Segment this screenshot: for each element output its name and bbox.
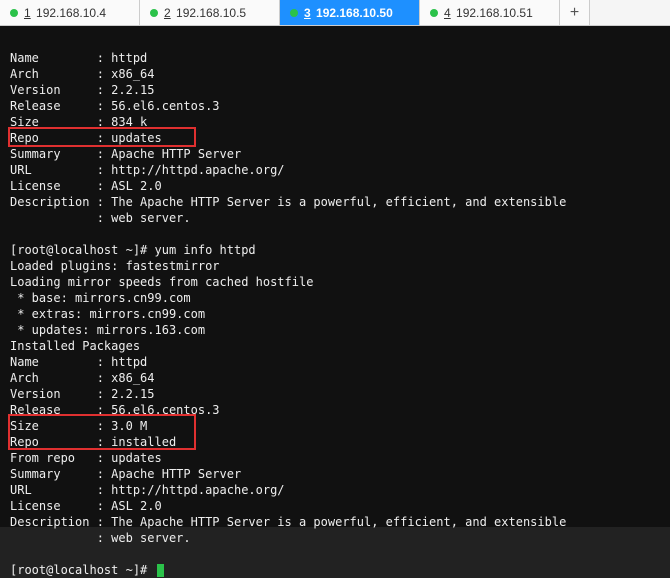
prompt-cmd: yum info httpd bbox=[155, 243, 256, 257]
term-line: Arch : x86_64 bbox=[10, 371, 155, 385]
term-line: Loaded plugins: fastestmirror bbox=[10, 259, 220, 273]
term-line: Name : httpd bbox=[10, 355, 147, 369]
tab-2[interactable]: 2 192.168.10.5 bbox=[140, 0, 280, 25]
tab-bar: 1 192.168.10.4 2 192.168.10.5 3 192.168.… bbox=[0, 0, 670, 26]
add-tab-button[interactable]: + bbox=[560, 0, 590, 25]
cursor-icon bbox=[157, 564, 164, 577]
term-line: URL : http://httpd.apache.org/ bbox=[10, 163, 285, 177]
term-line: : web server. bbox=[10, 211, 191, 225]
tab-3[interactable]: 3 192.168.10.50 bbox=[280, 0, 420, 25]
tab-1[interactable]: 1 192.168.10.4 bbox=[0, 0, 140, 25]
term-line: Summary : Apache HTTP Server bbox=[10, 467, 241, 481]
term-line: URL : http://httpd.apache.org/ bbox=[10, 483, 285, 497]
status-dot-icon bbox=[10, 9, 18, 17]
tab-label: 192.168.10.4 bbox=[36, 6, 106, 20]
tab-label: 192.168.10.51 bbox=[456, 6, 533, 20]
tab-number: 4 bbox=[444, 6, 451, 20]
terminal-output[interactable]: Name : httpd Arch : x86_64 Version : 2.2… bbox=[0, 26, 670, 527]
term-line: * base: mirrors.cn99.com bbox=[10, 291, 191, 305]
term-line: License : ASL 2.0 bbox=[10, 499, 162, 513]
term-line: Size : 3.0 M bbox=[10, 419, 147, 433]
term-line: Size : 834 k bbox=[10, 115, 147, 129]
term-line: Repo : updates bbox=[10, 131, 162, 145]
term-line: * updates: mirrors.163.com bbox=[10, 323, 205, 337]
term-line: : web server. bbox=[10, 531, 191, 545]
prompt-hash: # bbox=[140, 243, 147, 257]
term-line: * extras: mirrors.cn99.com bbox=[10, 307, 205, 321]
term-line: Arch : x86_64 bbox=[10, 67, 155, 81]
term-line: Release : 56.el6.centos.3 bbox=[10, 99, 220, 113]
term-line: Description : The Apache HTTP Server is … bbox=[10, 195, 566, 209]
status-dot-icon bbox=[430, 9, 438, 17]
prompt-user-host: [root@localhost ~] bbox=[10, 243, 140, 257]
tab-number: 2 bbox=[164, 6, 171, 20]
term-line: From repo : updates bbox=[10, 451, 162, 465]
term-line: Release : 56.el6.centos.3 bbox=[10, 403, 220, 417]
term-line: Version : 2.2.15 bbox=[10, 387, 155, 401]
status-dot-icon bbox=[150, 9, 158, 17]
plus-icon: + bbox=[570, 4, 579, 22]
prompt-hash: # bbox=[140, 563, 147, 577]
term-line: License : ASL 2.0 bbox=[10, 179, 162, 193]
term-line: Summary : Apache HTTP Server bbox=[10, 147, 241, 161]
tab-4[interactable]: 4 192.168.10.51 bbox=[420, 0, 560, 25]
tab-number: 3 bbox=[304, 6, 311, 20]
tab-label: 192.168.10.5 bbox=[176, 6, 246, 20]
status-dot-icon bbox=[290, 9, 298, 17]
tab-label: 192.168.10.50 bbox=[316, 6, 393, 20]
prompt-user-host: [root@localhost ~] bbox=[10, 563, 140, 577]
term-line: Installed Packages bbox=[10, 339, 140, 353]
term-line: Name : httpd bbox=[10, 51, 147, 65]
term-line: Loading mirror speeds from cached hostfi… bbox=[10, 275, 313, 289]
term-line: Repo : installed bbox=[10, 435, 176, 449]
term-line: Version : 2.2.15 bbox=[10, 83, 155, 97]
tab-number: 1 bbox=[24, 6, 31, 20]
